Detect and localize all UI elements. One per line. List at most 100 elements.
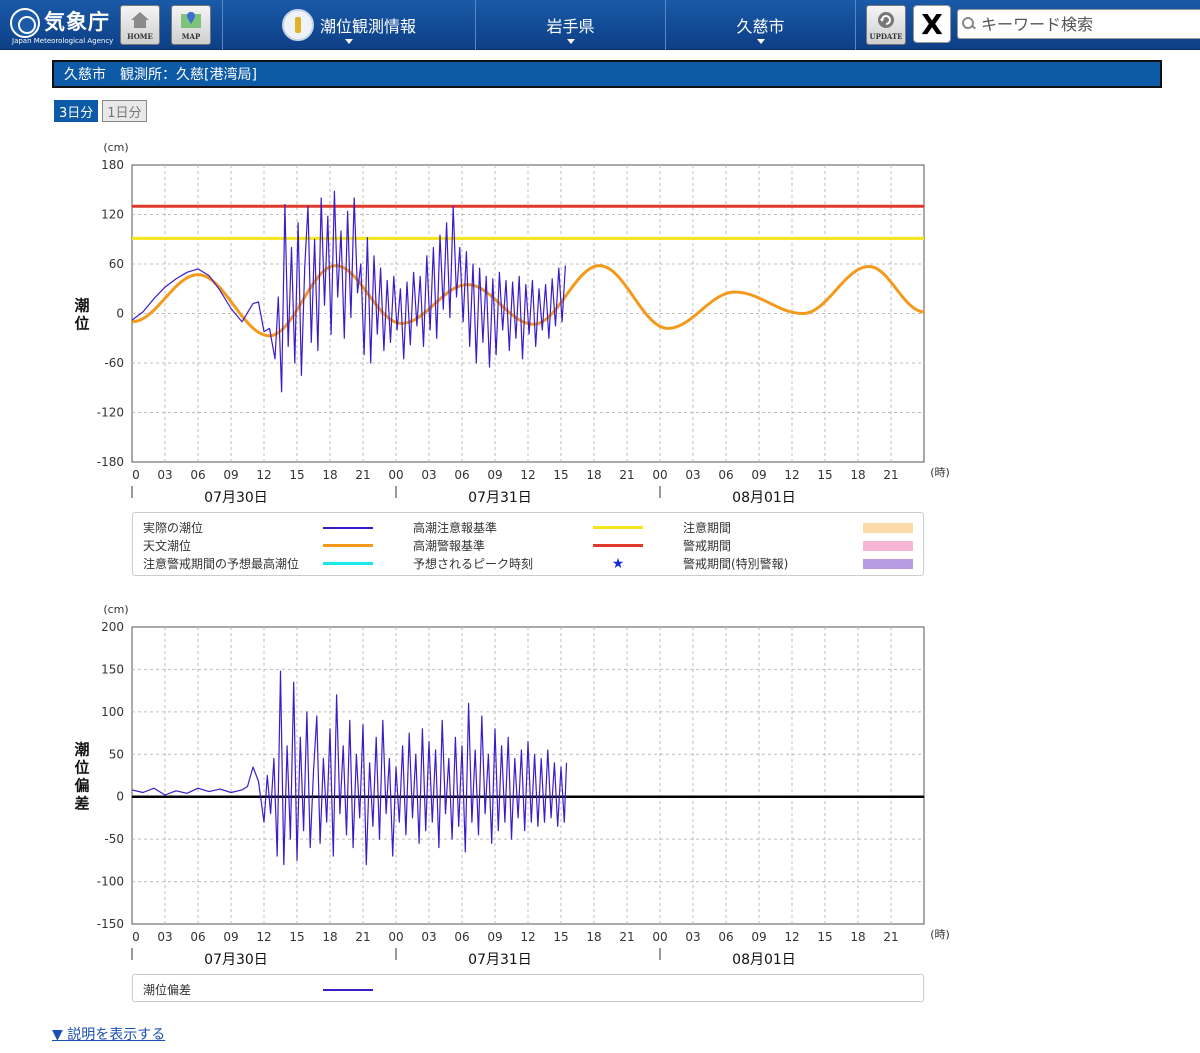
date-label: 08月01日 <box>732 490 796 506</box>
legend-advisory-swatch <box>593 526 643 529</box>
x-tick-label: 06 <box>454 468 469 482</box>
legend-caution-period-swatch <box>863 522 913 533</box>
x-tick-label: 18 <box>322 930 337 944</box>
x-tick-label: 15 <box>553 468 568 482</box>
x-tick-label: 12 <box>784 930 799 944</box>
legend-astronomical: 天文潮位 <box>143 537 373 554</box>
x-tick-label: 03 <box>685 930 700 944</box>
x-tick-label: 15 <box>817 930 832 944</box>
x-tick-label: 00 <box>388 468 403 482</box>
x-tick-label: 21 <box>355 468 370 482</box>
y-tick-label: 60 <box>109 257 124 271</box>
x-tick-label: 21 <box>883 468 898 482</box>
x-tick-label: 18 <box>850 468 865 482</box>
star-icon: ★ <box>611 555 625 572</box>
legend-forecast-peak-swatch <box>323 562 373 565</box>
legend-special-period: 警戒期間(特別警報) <box>683 555 913 572</box>
x-tick-label: 00 <box>652 468 667 482</box>
y-tick-label: 0 <box>116 307 124 321</box>
x-tick-label: 18 <box>322 468 337 482</box>
legend-deviation-swatch <box>323 988 373 991</box>
legend-advisory: 高潮注意報基準 <box>413 519 643 536</box>
legend-warning-swatch <box>593 544 643 547</box>
x-tick-label: 06 <box>454 930 469 944</box>
x-unit-label: (時) <box>930 466 950 479</box>
x-tick-label: 09 <box>487 930 502 944</box>
x-tick-label: 0 <box>132 930 140 944</box>
legend-warning-period: 警戒期間 <box>683 537 913 554</box>
x-tick-label: 12 <box>520 468 535 482</box>
x-tick-label: 03 <box>421 468 436 482</box>
y-tick-label: -50 <box>104 832 124 846</box>
y-axis-title-char: 位 <box>74 759 89 777</box>
x-tick-label: 09 <box>223 468 238 482</box>
legend-peak-time: 予想されるピーク時刻 ★ <box>413 555 643 572</box>
x-tick-label: 09 <box>223 930 238 944</box>
y-tick-label: -180 <box>97 455 124 469</box>
x-tick-label: 15 <box>817 468 832 482</box>
x-tick-label: 00 <box>388 930 403 944</box>
x-tick-label: 21 <box>619 468 634 482</box>
date-label: 07月31日 <box>468 952 532 968</box>
x-tick-label: 15 <box>289 930 304 944</box>
date-label: 07月30日 <box>204 952 268 968</box>
y-tick-label: -100 <box>97 875 124 889</box>
x-unit-label: (時) <box>930 928 950 941</box>
x-tick-label: 06 <box>718 930 733 944</box>
x-tick-label: 03 <box>157 930 172 944</box>
y-tick-label: 200 <box>101 620 124 634</box>
date-label: 07月31日 <box>468 490 532 506</box>
y-axis-title-char: 潮 <box>74 297 89 315</box>
x-tick-label: 12 <box>256 468 271 482</box>
x-tick-label: 18 <box>850 930 865 944</box>
x-tick-label: 09 <box>487 468 502 482</box>
y-axis-title-char: 偏 <box>74 777 89 795</box>
legend-observed: 実際の潮位 <box>143 519 373 536</box>
x-tick-label: 03 <box>157 468 172 482</box>
y-tick-label: 0 <box>116 790 124 804</box>
x-tick-label: 03 <box>685 468 700 482</box>
y-tick-label: 120 <box>101 208 124 222</box>
y-axis-title-char: 位 <box>74 315 89 333</box>
y-axis-title-char: 差 <box>74 795 89 813</box>
y-tick-label: 150 <box>101 662 124 676</box>
x-tick-label: 21 <box>355 930 370 944</box>
x-tick-label: 03 <box>421 930 436 944</box>
x-tick-label: 12 <box>256 930 271 944</box>
x-tick-label: 18 <box>586 468 601 482</box>
x-tick-label: 00 <box>652 930 667 944</box>
legend-forecast-peak: 注意警戒期間の予想最高潮位 <box>143 555 373 572</box>
deviation-legend: 潮位偏差 <box>132 974 924 1002</box>
date-label: 07月30日 <box>204 490 268 506</box>
legend-observed-swatch <box>323 526 373 529</box>
legend-deviation: 潮位偏差 <box>143 981 373 998</box>
y-unit-label: (cm) <box>103 603 128 616</box>
legend-warning-period-swatch <box>863 540 913 551</box>
x-tick-label: 15 <box>289 468 304 482</box>
x-tick-label: 06 <box>190 468 205 482</box>
y-unit-label: (cm) <box>103 141 128 154</box>
legend-astronomical-swatch <box>323 544 373 547</box>
x-tick-label: 09 <box>751 468 766 482</box>
x-tick-label: 06 <box>190 930 205 944</box>
x-tick-label: 09 <box>751 930 766 944</box>
y-axis-title-char: 潮 <box>74 741 89 759</box>
x-tick-label: 12 <box>784 468 799 482</box>
tide-legend: 実際の潮位 天文潮位 注意警戒期間の予想最高潮位 高潮注意報基準 高潮警報基準 … <box>132 512 924 576</box>
y-tick-label: -120 <box>97 406 124 420</box>
legend-caution-period: 注意期間 <box>683 519 913 536</box>
legend-special-period-swatch <box>863 558 913 569</box>
legend-warning: 高潮警報基準 <box>413 537 643 554</box>
x-tick-label: 12 <box>520 930 535 944</box>
y-tick-label: 50 <box>109 747 124 761</box>
date-label: 08月01日 <box>732 952 796 968</box>
y-tick-label: -60 <box>104 356 124 370</box>
y-tick-label: 180 <box>101 158 124 172</box>
y-tick-label: -150 <box>97 917 124 931</box>
x-tick-label: 21 <box>619 930 634 944</box>
y-tick-label: 100 <box>101 705 124 719</box>
x-tick-label: 0 <box>132 468 140 482</box>
x-tick-label: 06 <box>718 468 733 482</box>
show-explanation-link[interactable]: ▼ 説明を表示する <box>52 1024 165 1044</box>
x-tick-label: 18 <box>586 930 601 944</box>
